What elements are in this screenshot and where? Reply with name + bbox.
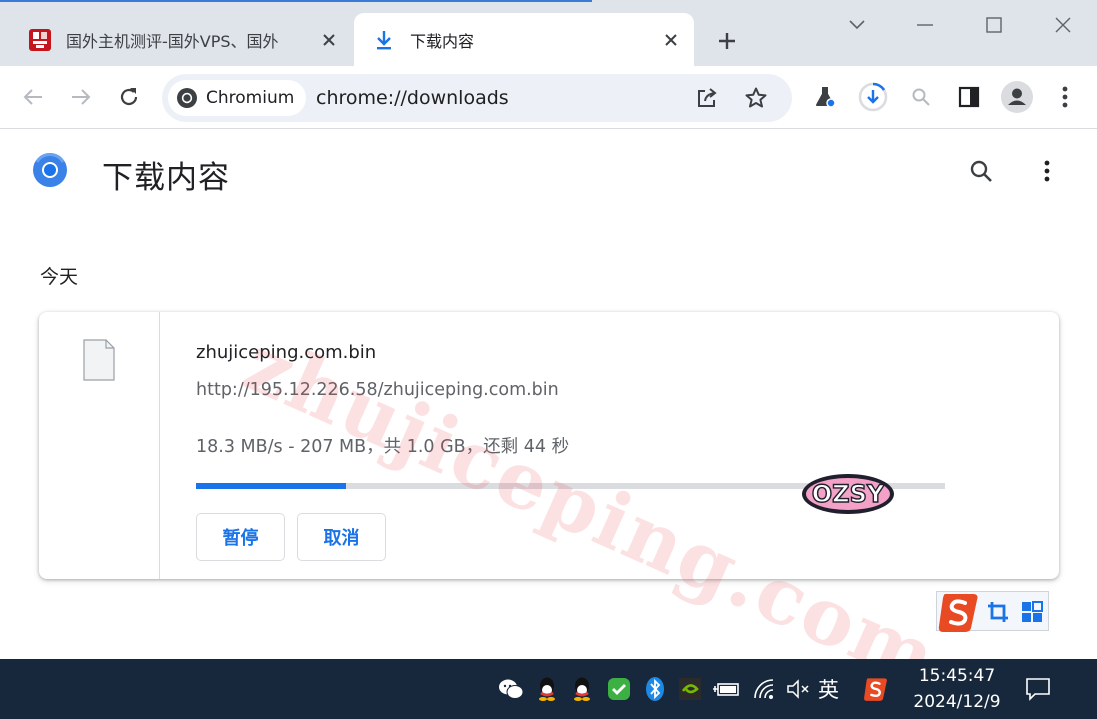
profile-avatar-icon[interactable] (1000, 80, 1034, 114)
reload-icon[interactable] (112, 80, 146, 114)
battery-plug-icon[interactable] (712, 675, 740, 703)
svg-text:OZSY: OZSY (812, 480, 885, 508)
chrome-logo-icon (33, 152, 67, 187)
close-window-icon[interactable] (1046, 8, 1080, 42)
nvidia-icon[interactable] (676, 675, 704, 703)
crop-icon[interactable] (987, 601, 1009, 623)
download-progress-fill (196, 483, 346, 489)
chromium-logo-icon (177, 88, 197, 108)
bookmark-star-icon[interactable] (741, 83, 771, 113)
qq-icon[interactable] (568, 675, 596, 703)
sogou-ime-icon[interactable] (937, 590, 981, 634)
date-section-label: 今天 (40, 266, 79, 288)
tab-strip-accent-line (0, 0, 592, 2)
system-clock[interactable]: 15:45:47 2024/12/9 (905, 663, 1009, 715)
tab-strip: 国外主机测评-国外VPS、国外 下载内容 (0, 0, 1097, 66)
notification-center-icon[interactable] (1024, 675, 1052, 703)
clock-date: 2024/12/9 (913, 692, 1001, 712)
toolbox-grid-icon[interactable] (1021, 601, 1043, 623)
browser-toolbar: Chromium chrome://downloads (0, 66, 1097, 129)
ime-language-indicator[interactable]: 英 (818, 674, 839, 704)
file-icon (83, 339, 115, 381)
qq-icon[interactable] (533, 675, 561, 703)
card-divider (159, 312, 160, 579)
tab-title: 国外主机测评-国外VPS、国外 (66, 31, 279, 51)
security-shield-icon[interactable] (605, 675, 633, 703)
tab-downloads[interactable]: 下载内容 (354, 13, 694, 66)
sogou-tray-icon[interactable] (862, 675, 890, 703)
speaker-muted-icon[interactable] (784, 675, 812, 703)
downloads-more-icon[interactable] (1030, 154, 1064, 188)
labs-flask-icon[interactable] (808, 80, 842, 114)
site-info-chip[interactable]: Chromium (168, 80, 307, 116)
search-icon[interactable] (904, 80, 938, 114)
windows-taskbar: 英 15:45:47 2024/12/9 (0, 659, 1097, 719)
download-icon (372, 28, 396, 52)
forward-arrow-icon[interactable] (64, 80, 98, 114)
close-tab-icon[interactable] (656, 25, 686, 55)
back-arrow-icon[interactable] (16, 80, 50, 114)
page-title: 下载内容 (102, 160, 230, 196)
tab-search-chevron-down-icon[interactable] (840, 8, 874, 42)
pause-button[interactable]: 暂停 (196, 513, 285, 561)
side-panel-icon[interactable] (952, 80, 986, 114)
chip-label: Chromium (206, 88, 295, 108)
share-icon[interactable] (692, 83, 722, 113)
minimize-icon[interactable] (908, 8, 942, 42)
more-menu-icon[interactable] (1048, 80, 1082, 114)
ozsy-sticker-logo: OZSY (802, 474, 894, 514)
url-text[interactable]: chrome://downloads (316, 87, 509, 109)
ime-toolbar (936, 590, 1049, 634)
tab-title: 下载内容 (410, 31, 475, 51)
address-bar[interactable]: Chromium chrome://downloads (162, 74, 792, 122)
tab-zhujiceping[interactable]: 国外主机测评-国外VPS、国外 (16, 13, 352, 66)
clock-time: 15:45:47 (918, 666, 996, 686)
new-tab-button[interactable] (710, 24, 744, 58)
maximize-icon[interactable] (977, 8, 1011, 42)
cancel-button[interactable]: 取消 (297, 513, 386, 561)
wechat-icon[interactable] (497, 675, 525, 703)
site-favicon-icon (28, 28, 52, 52)
downloads-progress-icon[interactable] (856, 80, 890, 114)
downloads-page-header: 下载内容 (0, 130, 1097, 216)
bluetooth-icon[interactable] (641, 675, 669, 703)
search-downloads-icon[interactable] (964, 154, 998, 188)
close-tab-icon[interactable] (314, 25, 344, 55)
wifi-icon[interactable] (750, 675, 778, 703)
